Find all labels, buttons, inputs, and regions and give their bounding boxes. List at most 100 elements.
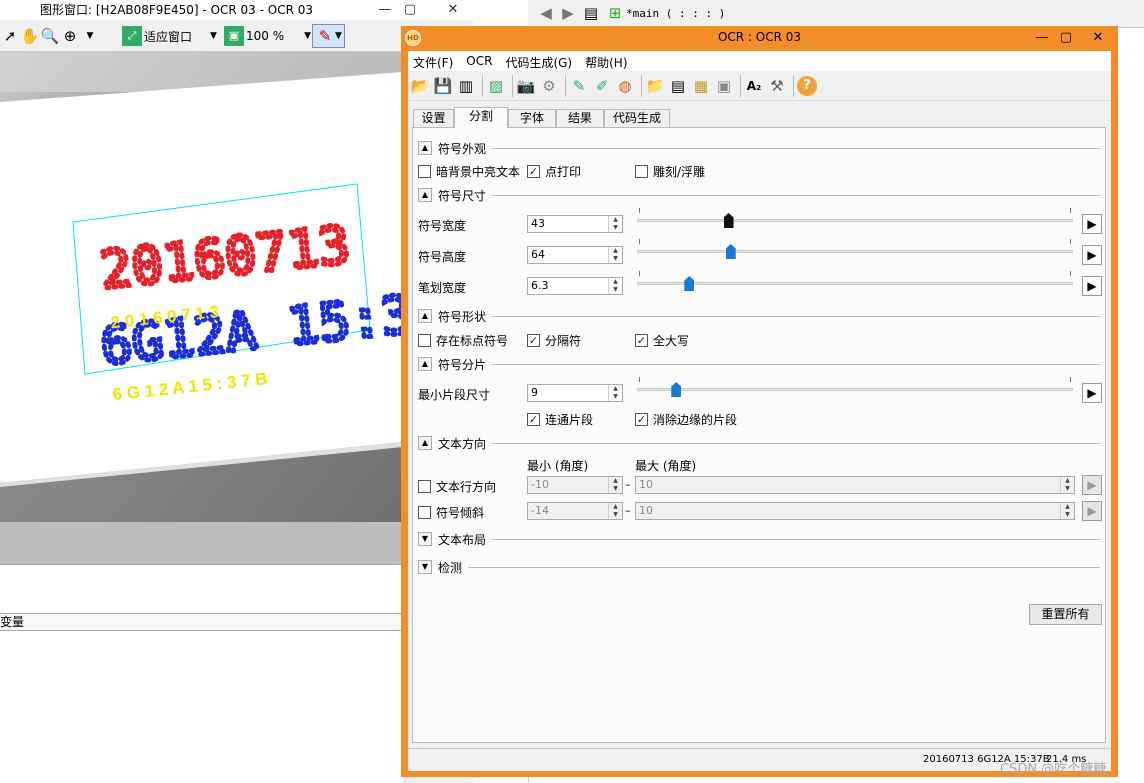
dark-background-checkbox[interactable]: 暗背景中亮文本 xyxy=(418,163,520,180)
spin-arrows-icon[interactable]: ▲ ▼ xyxy=(608,385,622,401)
slant-min-spinbox[interactable]: -14 ▲ ▼ xyxy=(527,502,623,520)
tab-segmentation[interactable]: 分割 xyxy=(454,107,508,128)
open-training-icon[interactable]: 📁 xyxy=(645,76,665,96)
char-width-spinbox[interactable]: 43 ▲ ▼ xyxy=(527,215,623,233)
tab-font[interactable]: 字体 xyxy=(508,109,556,127)
slant-checkbox[interactable]: 符号倾斜 xyxy=(418,504,484,521)
maximize-button[interactable]: ▢ xyxy=(397,0,423,20)
graphics-window-titlebar: 图形窗口: [H2AB08F9E450] - OCR 03 - OCR 03 —… xyxy=(0,0,473,20)
uppercase-checkbox[interactable]: ✓ 全大写 xyxy=(635,332,689,349)
font-icon[interactable]: A₂ xyxy=(744,76,764,96)
menu-file[interactable]: 文件(F) xyxy=(408,51,461,71)
open-folder-icon[interactable]: 📂 xyxy=(410,76,430,96)
spin-arrows-icon[interactable]: ▲ ▼ xyxy=(1060,477,1074,493)
save-training-icon[interactable]: ▦ xyxy=(691,76,711,96)
insert-icon[interactable]: ⊞ xyxy=(605,3,625,23)
collapse-toggle-icon[interactable]: ▲ xyxy=(418,436,432,450)
stroke-width-spinbox[interactable]: 6.3 ▲ ▼ xyxy=(527,277,623,295)
spin-arrows-icon[interactable]: ▲ ▼ xyxy=(608,477,622,493)
collapse-toggle-icon[interactable]: ▲ xyxy=(418,188,432,202)
draw-roi-icon[interactable]: ✎ xyxy=(569,76,589,96)
fragment-auto-button[interactable]: ▶ xyxy=(1082,383,1102,403)
line-dir-max-spinbox[interactable]: 10 ▲ ▼ xyxy=(635,476,1075,494)
separator-checkbox[interactable]: ✓ 分隔符 xyxy=(527,332,581,349)
dot-print-checkbox[interactable]: ✓ 点打印 xyxy=(527,163,581,180)
fit-window-dropdown[interactable]: ⤢ 适应窗口 ▼ xyxy=(122,24,217,48)
camera-settings-icon[interactable]: ⚙ xyxy=(539,76,559,96)
hand-icon[interactable]: ✋ xyxy=(20,26,40,46)
spin-arrows-icon[interactable]: ▲ ▼ xyxy=(608,247,622,263)
collapse-toggle-icon[interactable]: ▲ xyxy=(418,357,432,371)
camera-icon[interactable]: 📷 xyxy=(516,76,536,96)
stroke-width-label: 笔划宽度 xyxy=(418,281,467,295)
slider-thumb[interactable] xyxy=(723,213,734,228)
range-dash: – xyxy=(625,504,631,517)
chevron-down-icon: ▼ xyxy=(304,31,312,41)
training-file-icon[interactable]: ▤ xyxy=(668,76,688,96)
back-arrow-icon[interactable]: ◀ xyxy=(536,3,556,23)
line-dir-min-spinbox[interactable]: -10 ▲ ▼ xyxy=(527,476,623,494)
spin-arrows-icon[interactable]: ▲ ▼ xyxy=(608,278,622,294)
spin-arrows-icon[interactable]: ▲ ▼ xyxy=(1060,503,1074,519)
export-icon[interactable]: ▣ xyxy=(714,76,734,96)
char-height-spinbox[interactable]: 64 ▲ ▼ xyxy=(527,246,623,264)
slider-thumb[interactable] xyxy=(671,382,682,397)
expand-toggle-icon[interactable]: ▼ xyxy=(418,560,432,574)
stroke-auto-button[interactable]: ▶ xyxy=(1082,276,1102,296)
menu-codegen[interactable]: 代码生成(G) xyxy=(500,51,580,71)
engraved-checkbox[interactable]: 雕刻/浮雕 xyxy=(635,163,705,180)
menu-help[interactable]: 帮助(H) xyxy=(580,51,635,71)
line-direction-checkbox[interactable]: 文本行方向 xyxy=(418,478,496,495)
tab-settings[interactable]: 设置 xyxy=(413,109,454,127)
stroke-width-slider[interactable] xyxy=(637,271,1073,293)
load-classifier-icon[interactable]: ▥ xyxy=(456,76,476,96)
procedure-icon[interactable]: ▤ xyxy=(581,3,601,23)
section-fragments: ▲ 符号分片 xyxy=(418,356,1100,372)
tab-codegen[interactable]: 代码生成 xyxy=(604,109,670,127)
reset-all-button[interactable]: 重置所有 xyxy=(1029,604,1102,625)
punctuation-checkbox[interactable]: 存在标点符号 xyxy=(418,332,508,349)
remove-border-checkbox[interactable]: ✓ 消除边缘的片段 xyxy=(635,411,737,428)
draw-color-dropdown[interactable]: ✎ ▼ xyxy=(312,24,345,48)
spin-arrows-icon[interactable]: ▲ ▼ xyxy=(608,503,622,519)
pointer-icon[interactable]: ➚ xyxy=(0,26,20,46)
line-dir-auto-button[interactable]: ▶ xyxy=(1082,475,1102,495)
slant-auto-button[interactable]: ▶ xyxy=(1082,501,1102,521)
menu-ocr[interactable]: OCR xyxy=(461,51,500,71)
expand-toggle-icon[interactable]: ▼ xyxy=(418,532,432,546)
fit-window-icon: ⤢ xyxy=(122,26,142,46)
close-button[interactable]: ✕ xyxy=(1084,28,1112,48)
slider-thumb[interactable] xyxy=(684,276,695,291)
magnifier-icon[interactable]: 🔍 xyxy=(40,26,60,46)
width-auto-button[interactable]: ▶ xyxy=(1082,214,1102,234)
slant-max-spinbox[interactable]: 10 ▲ ▼ xyxy=(635,502,1075,520)
section-layout: ▼ 文本布局 xyxy=(418,531,1100,547)
char-height-slider[interactable] xyxy=(637,239,1073,261)
open-image-icon[interactable]: ▨ xyxy=(486,76,506,96)
edit-roi-icon[interactable]: ✐ xyxy=(592,76,612,96)
tab-results[interactable]: 结果 xyxy=(556,109,604,127)
spin-arrows-icon[interactable]: ▲ ▼ xyxy=(608,216,622,232)
char-width-slider[interactable] xyxy=(637,208,1073,230)
forward-arrow-icon[interactable]: ▶ xyxy=(558,3,578,23)
collapse-toggle-icon[interactable]: ▲ xyxy=(418,309,432,323)
minimize-button[interactable]: — xyxy=(372,0,398,20)
min-fragment-slider[interactable] xyxy=(637,377,1073,399)
zoom-dropdown[interactable]: ▣ 100 % ▼ xyxy=(224,24,311,48)
min-fragment-spinbox[interactable]: 9 ▲ ▼ xyxy=(527,384,623,402)
collapse-toggle-icon[interactable]: ▲ xyxy=(418,141,432,155)
maximize-button[interactable]: ▢ xyxy=(1052,28,1080,48)
font-settings-icon[interactable]: ⚒ xyxy=(767,76,787,96)
help-icon[interactable]: ? xyxy=(797,75,817,96)
save-icon[interactable]: 💾 xyxy=(433,76,453,96)
chevron-down-icon[interactable]: ▼ xyxy=(80,26,100,46)
slider-thumb[interactable] xyxy=(725,244,736,259)
image-canvas[interactable]: 20160713 6G12A 15:37B 2 0 1 6 0 7 1 3 6 … xyxy=(0,52,403,564)
connect-fragments-checkbox[interactable]: ✓ 连通片段 xyxy=(527,411,593,428)
zoom-in-icon[interactable]: ⊕ xyxy=(60,26,80,46)
classifier-icon[interactable]: ◍ xyxy=(615,76,635,96)
height-auto-button[interactable]: ▶ xyxy=(1082,245,1102,265)
close-button[interactable]: ✕ xyxy=(440,0,466,20)
zoom-value: 100 % xyxy=(246,29,285,43)
toolbar-separator xyxy=(512,74,513,97)
